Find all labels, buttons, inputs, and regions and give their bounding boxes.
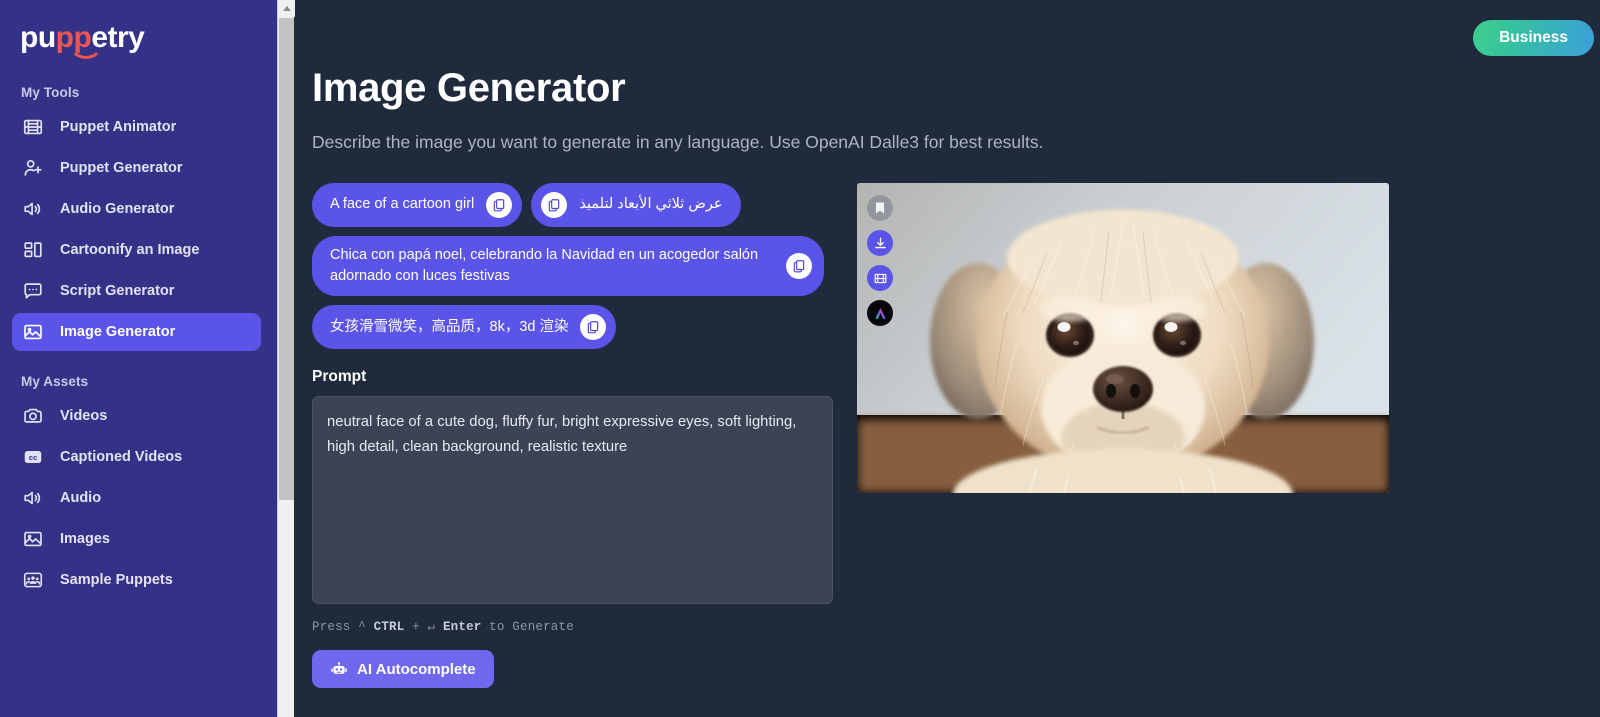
scroll-up-arrow-icon[interactable] [278,0,295,17]
sidebar-item-label: Sample Puppets [60,572,173,588]
image-icon [22,321,44,343]
suggestion-chip-label: عرض ثلاثي الأبعاد لتلميذ [579,196,723,213]
copy-icon[interactable] [580,314,607,341]
speaker-icon [22,198,44,220]
adobe-icon[interactable] [867,300,893,326]
suggestion-chip-zh[interactable]: 女孩滑雪微笑，高品质，8k，3d 渲染 [312,305,617,350]
sidebar-item-label: Puppet Generator [60,160,183,176]
sidebar-item-label: Cartoonify an Image [60,242,200,258]
sidebar-item-cartoonify-an-image[interactable]: Cartoonify an Image [12,231,261,269]
page-title: Image Generator [312,66,626,110]
hint-suffix: to Generate [481,620,574,635]
sidebar-item-script-generator[interactable]: Script Generator [12,272,261,310]
sidebar: puppetry My Tools Puppet Animator Puppet… [0,0,277,717]
generated-image [857,183,1389,493]
bookmark-icon[interactable] [867,195,893,221]
sidebar-item-images[interactable]: Images [12,520,261,558]
ai-autocomplete-button[interactable]: AI Autocomplete [312,650,494,689]
speaker-icon [22,487,44,509]
sidebar-item-captioned-videos[interactable]: cc Captioned Videos [12,438,261,476]
sidebar-item-label: Audio [60,490,102,506]
camera-icon [22,405,44,427]
suggestion-chip-label: A face of a cartoon girl [330,196,475,213]
suggestion-chip-en[interactable]: A face of a cartoon girl [312,183,523,227]
logo-smile-icon [69,43,103,59]
image-icon [22,528,44,550]
sidebar-item-label: Script Generator [60,283,175,299]
content-row: A face of a cartoon girl عرض ثلاثي الأبع… [312,183,1600,689]
hint-prefix: Press ^ [312,620,374,635]
cc-icon: cc [22,446,44,468]
svg-text:cc: cc [29,453,38,462]
suggestion-chip-row-1: A face of a cartoon girl عرض ثلاثي الأبع… [312,183,842,227]
sidebar-item-sample-puppets[interactable]: Sample Puppets [12,561,261,599]
hint-plus: + ↵ [404,620,443,635]
generated-image-panel[interactable] [857,183,1389,493]
video-icon[interactable] [867,265,893,291]
suggestion-chip-ar[interactable]: عرض ثلاثي الأبعاد لتلميذ [531,183,741,227]
prompt-label: Prompt [312,368,367,386]
ai-autocomplete-label: AI Autocomplete [357,660,476,678]
sidebar-item-audio-generator[interactable]: Audio Generator [12,190,261,228]
hint-key-enter: Enter [442,620,482,635]
sidebar-item-label: Videos [60,408,108,424]
copy-icon[interactable] [486,192,513,218]
sidebar-item-audio[interactable]: Audio [12,479,261,517]
sidebar-item-label: Puppet Animator [60,119,177,135]
sidebar-item-label: Captioned Videos [60,449,183,465]
suggestion-chip-row-2: Chica con papá noel, celebrando la Navid… [312,236,842,297]
copy-icon[interactable] [541,192,568,218]
people-group-icon [22,569,44,591]
layout-blocks-icon [22,239,44,261]
brand-logo[interactable]: puppetry [0,0,277,62]
sidebar-section-label-assets: My Assets [21,374,89,389]
suggestion-chip-es[interactable]: Chica con papá noel, celebrando la Navid… [312,236,824,297]
robot-icon [330,660,348,678]
sidebar-section-label-tools: My Tools [21,85,80,100]
app-root: puppetry My Tools Puppet Animator Puppet… [0,0,1600,717]
plan-badge-business[interactable]: Business [1473,20,1594,56]
brand-logo-text: puppetry [20,21,145,59]
sidebar-item-puppet-animator[interactable]: Puppet Animator [12,108,261,146]
sidebar-scrollbar[interactable] [277,0,295,717]
sidebar-item-image-generator[interactable]: Image Generator [12,313,261,351]
scroll-thumb[interactable] [279,18,294,500]
result-column [857,183,1389,688]
suggestion-chip-label: 女孩滑雪微笑，高品质，8k，3d 渲染 [330,318,569,335]
prompt-keyboard-hint: Press ^ CTRL + ↵ Enter to Generate [312,618,842,634]
sidebar-item-videos[interactable]: Videos [12,397,261,435]
suggestion-chip-label: Chica con papá noel, celebrando la Navid… [330,247,759,285]
download-icon[interactable] [867,230,893,256]
logo-part-1: pu [20,21,56,54]
prompt-input[interactable] [312,396,833,605]
suggestion-chip-row-3: 女孩滑雪微笑，高品质，8k，3d 渲染 [312,305,842,350]
film-icon [22,116,44,138]
main-content: Business Image Generator Describe the im… [277,0,1600,717]
hint-key-ctrl: CTRL [373,620,405,635]
prompt-column: A face of a cartoon girl عرض ثلاثي الأبع… [312,183,842,689]
sidebar-item-puppet-generator[interactable]: Puppet Generator [12,149,261,187]
page-subtitle: Describe the image you want to generate … [312,132,1044,152]
image-tools [867,195,893,326]
sidebar-item-label: Audio Generator [60,201,175,217]
chat-bubble-icon [22,280,44,302]
sidebar-item-label: Image Generator [60,324,176,340]
user-plus-icon [22,157,44,179]
copy-icon[interactable] [786,253,812,280]
sidebar-item-label: Images [60,531,110,547]
